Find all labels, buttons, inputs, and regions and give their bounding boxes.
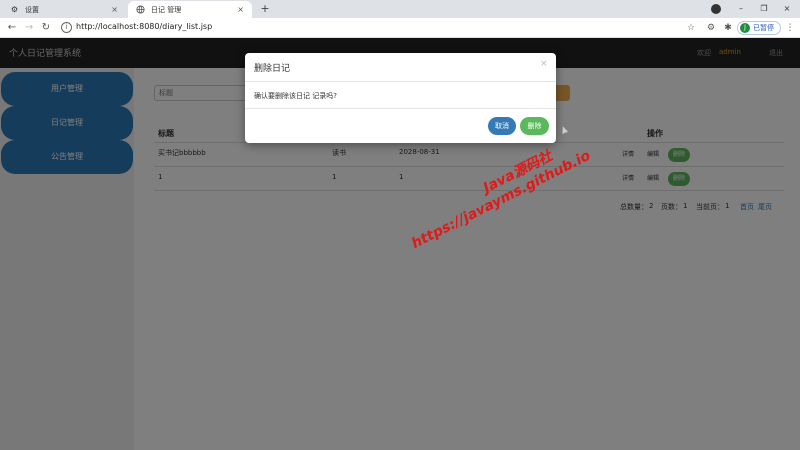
gear-icon: ⚙ (10, 5, 19, 14)
tab-search-icon[interactable] (711, 4, 721, 14)
modal-title: 删除日记 (254, 64, 291, 74)
puzzle-icon[interactable]: ✱ (721, 21, 735, 35)
profile-status: 已暂停 (753, 24, 774, 32)
close-icon[interactable]: × (540, 59, 548, 69)
browser-toolbar: ← → ↻ i http://localhost:8080/diary_list… (0, 18, 800, 38)
minimize-button[interactable]: – (731, 2, 751, 16)
menu-kebab-icon[interactable]: ⋮ (783, 21, 797, 35)
back-arrow-icon[interactable]: ← (5, 21, 19, 35)
tab-title: 日记 管理 (151, 5, 182, 14)
delete-diary-modal: 删除日记 × 确认要删除该日记 记录吗? 取消 删除 (245, 53, 556, 143)
profile-button[interactable]: J 已暂停 (737, 21, 781, 35)
modal-divider (245, 81, 556, 82)
tab-close-icon[interactable]: × (237, 5, 244, 14)
browser-tabstrip: ⚙ 设置 × 日记 管理 × + – ❐ × (0, 0, 800, 18)
info-icon[interactable]: i (61, 22, 72, 33)
forward-arrow-icon[interactable]: → (22, 21, 36, 35)
confirm-delete-button[interactable]: 删除 (520, 117, 549, 135)
tab-close-icon[interactable]: × (111, 5, 118, 14)
globe-icon (136, 5, 145, 14)
modal-divider (245, 108, 556, 109)
tab-title: 设置 (25, 5, 39, 14)
modal-message: 确认要删除该日记 记录吗? (254, 92, 337, 100)
extension-icon[interactable]: ⚙ (704, 21, 718, 35)
browser-tab-diary[interactable]: 日记 管理 × (128, 1, 252, 18)
reload-icon[interactable]: ↻ (39, 21, 53, 35)
restore-button[interactable]: ❐ (754, 2, 774, 16)
address-bar[interactable]: http://localhost:8080/diary_list.jsp (76, 22, 212, 31)
cancel-button[interactable]: 取消 (488, 117, 516, 135)
avatar: J (740, 23, 750, 33)
new-tab-button[interactable]: + (258, 2, 272, 16)
window-close-button[interactable]: × (777, 2, 797, 16)
bookmark-star-icon[interactable]: ☆ (684, 21, 698, 35)
browser-tab-settings[interactable]: ⚙ 设置 × (2, 1, 126, 18)
